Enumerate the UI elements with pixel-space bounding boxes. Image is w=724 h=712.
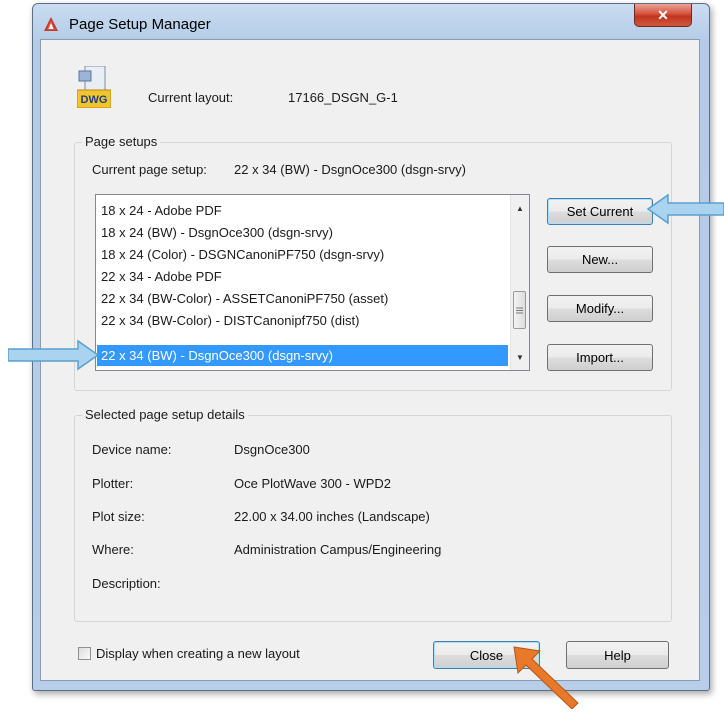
- window-title: Page Setup Manager: [69, 16, 211, 33]
- plotter-label: Plotter:: [92, 476, 134, 491]
- device-name-value: DsgnOce300: [234, 442, 310, 457]
- current-layout-value: 17166_DSGN_G-1: [288, 90, 398, 105]
- import-button[interactable]: Import...: [547, 344, 653, 371]
- modify-button[interactable]: Modify...: [547, 295, 653, 322]
- list-item[interactable]: 22 x 34 - Adobe PDF: [97, 266, 508, 287]
- list-item[interactable]: 18 x 24 (BW) - DsgnOce300 (dsgn-srvy): [97, 222, 508, 243]
- page-setups-group-label: Page setups: [82, 134, 161, 149]
- plot-size-value: 22.00 x 34.00 inches (Landscape): [234, 509, 430, 524]
- dwg-file-icon: DWG: [77, 66, 111, 108]
- callout-arrow-blue-icon: [8, 339, 100, 371]
- where-label: Where:: [92, 542, 134, 557]
- close-icon: ✕: [657, 6, 669, 23]
- plot-size-label: Plot size:: [92, 509, 145, 524]
- device-name-label: Device name:: [92, 442, 172, 457]
- new-button[interactable]: New...: [547, 246, 653, 273]
- set-current-button[interactable]: Set Current: [547, 198, 653, 225]
- list-item[interactable]: 22 x 34 (BW-Color) - DISTCanonipf750 (di…: [97, 310, 508, 331]
- scroll-thumb[interactable]: [513, 291, 526, 329]
- list-item[interactable]: 22 x 34 (BW-Color) - ASSETCanoniPF750 (a…: [97, 288, 508, 309]
- title-bar[interactable]: Page Setup Manager ✕: [33, 4, 709, 40]
- where-value: Administration Campus/Engineering: [234, 542, 442, 557]
- scroll-up-arrow-icon[interactable]: ▲: [511, 199, 529, 217]
- page-setups-list[interactable]: 18 x 24 - Adobe PDF 18 x 24 (BW) - DsgnO…: [95, 194, 530, 371]
- dwg-icon-text: DWG: [81, 94, 108, 106]
- current-page-setup-value: 22 x 34 (BW) - DsgnOce300 (dsgn-srvy): [234, 162, 466, 177]
- list-item[interactable]: 18 x 24 (Color) - DSGNCanoniPF750 (dsgn-…: [97, 244, 508, 265]
- description-label: Description:: [92, 576, 161, 591]
- list-item-selected[interactable]: 22 x 34 (BW) - DsgnOce300 (dsgn-srvy): [97, 345, 508, 366]
- display-new-layout-checkbox[interactable]: [78, 647, 91, 660]
- display-new-layout-label[interactable]: Display when creating a new layout: [96, 646, 300, 661]
- window-close-button[interactable]: ✕: [634, 4, 692, 27]
- autocad-app-icon: [44, 17, 58, 31]
- details-group-label: Selected page setup details: [82, 407, 248, 422]
- plotter-value: Oce PlotWave 300 - WPD2: [234, 476, 392, 491]
- current-layout-label: Current layout:: [148, 90, 234, 105]
- current-page-setup-label: Current page setup:: [92, 162, 207, 177]
- callout-arrow-blue-icon: [646, 193, 724, 225]
- list-item[interactable]: 18 x 24 - Adobe PDF: [97, 200, 508, 221]
- grip-icon: [516, 307, 523, 313]
- list-scrollbar[interactable]: ▲ ▼: [510, 195, 529, 370]
- callout-arrow-orange-icon: [513, 646, 579, 709]
- scroll-down-arrow-icon[interactable]: ▼: [511, 348, 529, 366]
